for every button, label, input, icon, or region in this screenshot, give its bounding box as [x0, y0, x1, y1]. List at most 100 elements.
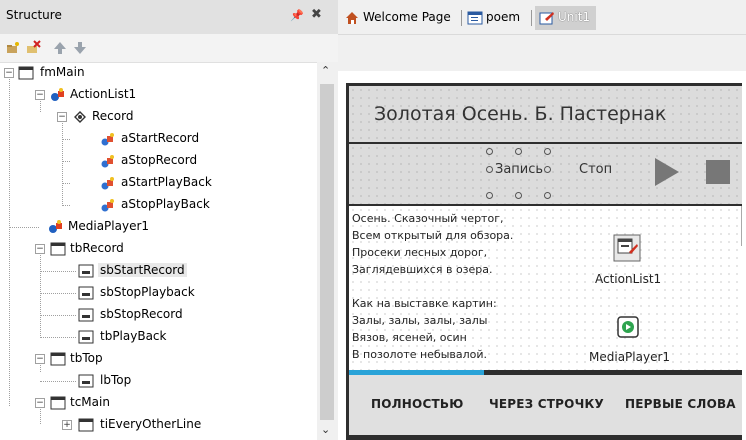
form-file-icon	[467, 11, 483, 24]
memo-line: Всем открытый для обзора.	[352, 229, 514, 242]
toolbar-icon	[50, 352, 66, 366]
tree-item-sbstoprecord[interactable]: sbStopRecord	[0, 304, 317, 326]
collapse-icon[interactable]: −	[35, 90, 45, 100]
tabcontrol-icon	[50, 396, 66, 410]
structure-toolbar	[0, 34, 338, 63]
memo-line: В позолоте небывалой.	[352, 348, 488, 361]
tree-item-astoprecord[interactable]: aStopRecord	[0, 150, 317, 172]
unit-file-icon	[539, 11, 554, 24]
actionlist-component-label: ActionList1	[595, 272, 662, 286]
tab-unit1[interactable]: Unit1	[535, 6, 597, 30]
action-icon	[101, 155, 114, 168]
action-icon	[101, 199, 114, 212]
button-icon	[78, 308, 94, 322]
structure-panel: Structure 📌 ✖ − fmMain − ActionList1 − R…	[0, 0, 338, 440]
play-icon[interactable]	[655, 158, 679, 186]
structure-title: Structure	[6, 8, 62, 22]
tab-every-other-line[interactable]: ЧЕРЕЗ СТРОЧКУ	[489, 397, 604, 411]
tree-item-tcmain[interactable]: − tcMain	[0, 392, 317, 414]
tree-item-lbtop[interactable]: lbTop	[0, 370, 317, 392]
actionlist-icon	[51, 88, 64, 101]
button-icon	[78, 286, 94, 300]
collapse-icon[interactable]: −	[35, 398, 45, 408]
content-area: Осень. Сказочный чертог, Всем открытый д…	[349, 206, 742, 370]
memo-scrollbar[interactable]	[741, 206, 742, 246]
form-title-label: Золотая Осень. Б. Пастернак	[374, 103, 667, 125]
collapse-icon[interactable]: −	[57, 112, 67, 122]
tree-item-actionlist1[interactable]: − ActionList1	[0, 84, 317, 106]
tab-first-words[interactable]: ПЕРВЫЕ СЛОВА	[625, 397, 736, 411]
tab-welcome-page[interactable]: Welcome Page	[344, 8, 451, 30]
close-icon[interactable]: ✖	[311, 8, 322, 22]
category-icon	[74, 111, 86, 123]
tree-item-tbrecord[interactable]: − tbRecord	[0, 238, 317, 260]
tree-item-sbstartrecord[interactable]: sbStartRecord	[0, 260, 317, 282]
tree-item-mediaplayer1[interactable]: MediaPlayer1	[0, 216, 317, 238]
tree-item-astartplayback[interactable]: aStartPlayBack	[0, 172, 317, 194]
new-item-icon[interactable]	[5, 40, 21, 56]
scroll-thumb[interactable]	[320, 84, 334, 420]
mediaplayer-icon	[49, 220, 62, 233]
tree-item-record[interactable]: − Record	[0, 106, 317, 128]
label-icon	[78, 374, 94, 388]
structure-header: Structure 📌 ✖	[0, 0, 338, 35]
mediaplayer-component-icon[interactable]	[617, 316, 639, 338]
selection-handle[interactable]	[544, 148, 551, 155]
title-toolbar[interactable]: Золотая Осень. Б. Пастернак	[349, 86, 742, 142]
editor-tabbar: Welcome Page poem Unit1	[338, 0, 746, 35]
bottom-tab-control: ПОЛНОСТЬЮ ЧЕРЕЗ СТРОЧКУ ПЕРВЫЕ СЛОВА	[349, 375, 742, 435]
poem-memo[interactable]: Осень. Сказочный чертог, Всем открытый д…	[352, 210, 572, 363]
form-frame: Золотая Осень. Б. Пастернак Запись Стоп …	[346, 83, 742, 440]
structure-tree: − fmMain − ActionList1 − Record aStartRe…	[0, 62, 317, 440]
selection-handle[interactable]	[515, 192, 522, 199]
tree-item-tieveryotherline[interactable]: + tiEveryOtherLine	[0, 414, 317, 436]
collapse-icon[interactable]: −	[35, 244, 45, 254]
selection-handle[interactable]	[486, 148, 493, 155]
selection-handle[interactable]	[486, 166, 493, 173]
tree-item-sbstopplayback[interactable]: sbStopPlayback	[0, 282, 317, 304]
tree-item-astartrecord[interactable]: aStartRecord	[0, 128, 317, 150]
selection-handle[interactable]	[544, 192, 551, 199]
selection-handle[interactable]	[544, 166, 551, 173]
tree-scrollbar[interactable]: ⌃ ⌄	[317, 62, 338, 440]
move-up-icon[interactable]	[52, 40, 68, 56]
tab-full-text[interactable]: ПОЛНОСТЬЮ	[371, 397, 463, 411]
memo-line: Осень. Сказочный чертог,	[352, 212, 504, 225]
home-icon	[346, 11, 358, 24]
scroll-up-icon[interactable]: ⌃	[321, 64, 330, 77]
stop-square-icon[interactable]	[706, 160, 730, 184]
toolbar-icon	[50, 242, 66, 256]
designer-strip	[338, 35, 746, 71]
stop-button[interactable]: Стоп	[579, 162, 612, 177]
memo-line: Как на выставке картин:	[352, 297, 497, 310]
button-icon	[78, 330, 94, 344]
tree-item-tbtop[interactable]: − tbTop	[0, 348, 317, 370]
tree-item-fmMain[interactable]: − fmMain	[0, 62, 317, 84]
tabitem-icon	[78, 418, 94, 432]
tree-item-tbplayback[interactable]: tbPlayBack	[0, 326, 317, 348]
actionlist-component-icon[interactable]	[613, 234, 641, 262]
form-icon	[18, 66, 34, 80]
record-toolbar: Запись Стоп	[349, 144, 742, 204]
expand-icon[interactable]: +	[62, 420, 72, 430]
tree-item-astopplayback[interactable]: aStopPlayBack	[0, 194, 317, 216]
memo-line	[352, 278, 572, 295]
memo-line: Заглядевшихся в озера.	[352, 263, 493, 276]
memo-line: Вязов, ясеней, осин	[352, 331, 467, 344]
action-icon	[101, 177, 114, 190]
tab-poem[interactable]: poem	[467, 8, 520, 30]
action-icon	[101, 133, 114, 146]
scroll-down-icon[interactable]: ⌄	[321, 423, 330, 436]
collapse-icon[interactable]: −	[35, 354, 45, 364]
selection-handle[interactable]	[515, 148, 522, 155]
selection-handle[interactable]	[486, 192, 493, 199]
pin-icon[interactable]: 📌	[290, 9, 304, 23]
memo-line: Просеки лесных дорог,	[352, 246, 488, 259]
record-button[interactable]: Запись	[495, 162, 543, 177]
collapse-icon[interactable]: −	[4, 68, 14, 78]
delete-item-icon[interactable]	[25, 40, 41, 56]
form-designer: Золотая Осень. Б. Пастернак Запись Стоп …	[338, 71, 746, 440]
button-icon	[78, 264, 94, 278]
move-down-icon[interactable]	[72, 40, 88, 56]
mediaplayer-component-label: MediaPlayer1	[589, 350, 671, 364]
